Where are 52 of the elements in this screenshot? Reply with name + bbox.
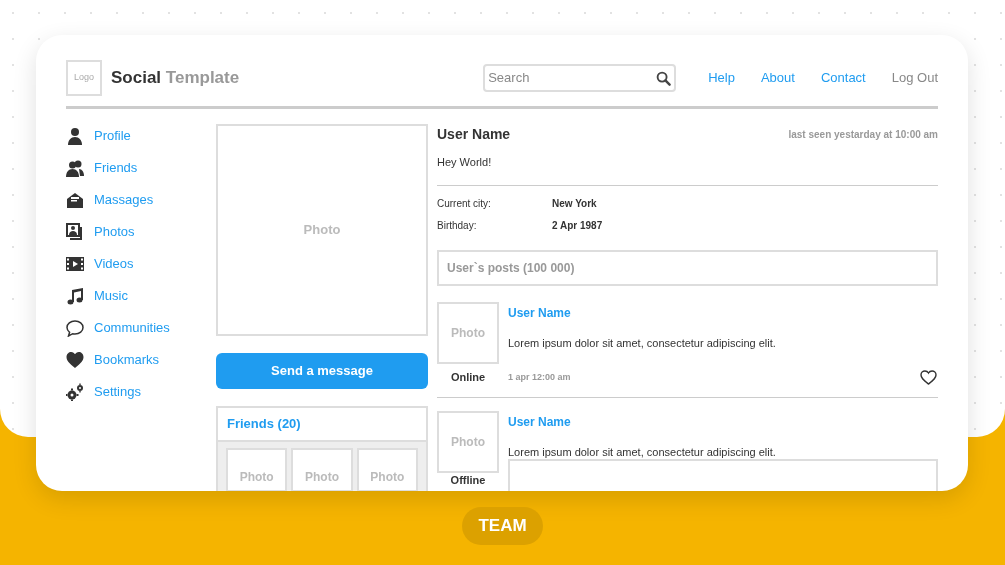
avatar-placeholder[interactable]: Photo (437, 410, 499, 473)
field-label: Current city: (437, 197, 492, 211)
sidebar-link[interactable]: Massages (94, 189, 154, 210)
heart-icon[interactable] (920, 370, 937, 385)
search-icon[interactable] (656, 70, 672, 86)
posts-heading[interactable]: User`s posts (100 000) (437, 249, 938, 286)
sidebar-link[interactable]: Videos (94, 253, 134, 274)
nav-link[interactable]: Contact (820, 68, 866, 88)
friend-photo-placeholder[interactable]: Photo (356, 448, 418, 491)
attachment-field[interactable] (508, 458, 938, 491)
post-author-link[interactable]: User Name (508, 303, 938, 322)
heart-icon (66, 350, 84, 369)
photos-icon (66, 222, 84, 241)
post-time: 1 apr 12:00 am (508, 370, 571, 384)
post-text: Lorem ipsum dolor sit amet, consectetur adipiscing elit. (508, 444, 777, 460)
friend-photo-placeholder[interactable]: Photo (226, 448, 288, 491)
search-field[interactable]: Search (483, 64, 677, 92)
post-author-link[interactable]: User Name (508, 412, 938, 431)
send-message-button[interactable]: Send a message (216, 353, 428, 389)
nav-link[interactable]: Log Out (891, 68, 938, 88)
profile-photo-placeholder[interactable]: Photo (216, 124, 428, 336)
person-icon (66, 126, 84, 145)
presence-status: Online (449, 370, 487, 386)
presence-status: Offline (449, 474, 487, 486)
sidebar-link[interactable]: Friends (94, 157, 138, 178)
site-title: Social Template (111, 67, 240, 90)
nav-link[interactable]: About (760, 68, 795, 88)
nav-link[interactable]: Help (708, 68, 735, 88)
music-note-icon (66, 286, 84, 305)
sidebar-link[interactable]: Settings (94, 381, 141, 402)
sidebar-link[interactable]: Photos (94, 221, 135, 242)
people-icon (66, 158, 84, 177)
logo-placeholder[interactable]: Logo (66, 60, 102, 96)
gears-icon (66, 382, 84, 401)
user-name: User Name (437, 125, 511, 144)
status-text: Hey World! (437, 155, 493, 170)
team-badge: TEAM (462, 507, 543, 545)
sidebar-link[interactable]: Profile (94, 125, 131, 146)
last-seen-text: last seen yestarday at 10:00 am (788, 128, 938, 142)
sidebar-link[interactable]: Bookmarks (94, 349, 160, 370)
envelope-icon (66, 190, 84, 209)
search-input[interactable]: Search (488, 68, 657, 88)
field-label: Birthday: (437, 219, 478, 233)
post-text: Lorem ipsum dolor sit amet, consectetur adipiscing elit. (508, 335, 777, 351)
film-icon (66, 254, 84, 273)
speech-bubble-icon (66, 318, 84, 337)
sidebar-link[interactable]: Music (94, 285, 128, 306)
sidebar-link[interactable]: Communities (94, 317, 170, 338)
field-value: New York (552, 197, 597, 211)
avatar-placeholder[interactable]: Photo (437, 301, 499, 364)
field-value: 2 Apr 1987 (552, 219, 603, 233)
friend-photo-placeholder[interactable]: Photo (291, 448, 353, 491)
